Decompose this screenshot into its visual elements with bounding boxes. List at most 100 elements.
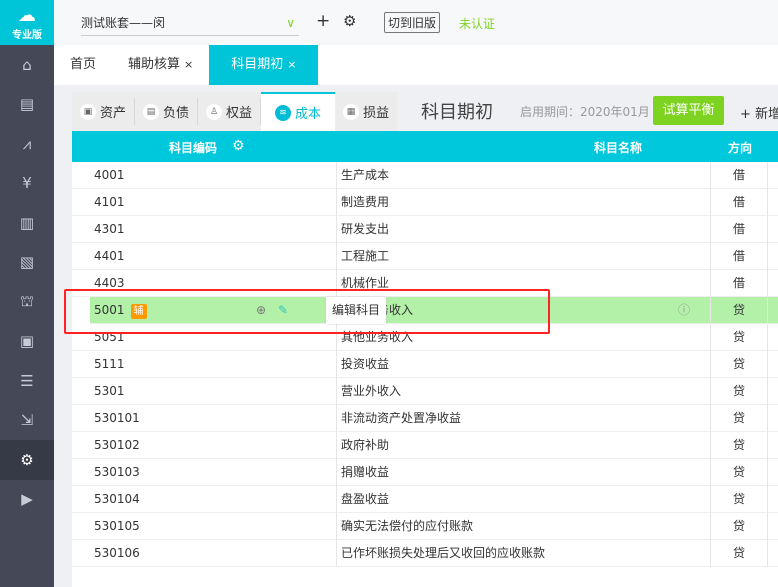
settings-icon[interactable]: ⚙: [0, 440, 54, 480]
direction: 贷: [710, 459, 768, 486]
direction: 借: [710, 189, 768, 216]
subtab-profit-loss[interactable]: ▦ 损益: [335, 98, 397, 125]
account-name: 已作坏账损失处理后又收回的应收账款: [336, 540, 719, 567]
tab-label: 科目期初: [231, 57, 284, 72]
document-icon: ▤: [143, 103, 160, 120]
cloud-icon: ☁: [18, 5, 36, 26]
table-row[interactable]: 530102 政府补助贷: [72, 432, 778, 459]
account-code: 530106: [94, 546, 140, 560]
col-name: 科目名称: [594, 141, 643, 155]
table-row[interactable]: 530106 已作坏账损失处理后又收回的应收账款贷: [72, 540, 778, 567]
stamp-icon: ♙: [206, 103, 223, 120]
close-icon[interactable]: ×: [184, 58, 193, 71]
account-code: 4301: [94, 222, 125, 236]
subtab-cost[interactable]: ≋ 成本: [261, 92, 336, 131]
money-icon[interactable]: ¥: [0, 164, 54, 204]
sidebar: ☁ 专业版 ⌂ ▤ ⩘ ¥ ▥ ▧ ⛫ ▣ ☰ ⇲ ⚙ ▶: [0, 0, 54, 587]
add-button[interactable]: + 新增: [740, 103, 778, 122]
direction: 贷: [710, 405, 768, 432]
category-tabs: ▣ 资产 ▤ 负债 ♙ 权益 ≋ 成本 ▦ 损益: [72, 92, 398, 131]
account-code: 530103: [94, 465, 140, 479]
ledger-icon[interactable]: ▥: [0, 203, 54, 243]
account-code: 4101: [94, 195, 125, 209]
table-row[interactable]: 4301 研发支出借: [72, 216, 778, 243]
export-icon[interactable]: ⇲: [0, 401, 54, 441]
subtab-liabilities[interactable]: ▤ 负债: [135, 98, 199, 125]
direction: 贷: [710, 297, 768, 324]
table-row[interactable]: 5301 营业外收入贷: [72, 378, 778, 405]
table-row[interactable]: 4401 工程施工借: [72, 243, 778, 270]
account-name: 测试账套——闵: [81, 16, 166, 30]
direction: 贷: [710, 432, 768, 459]
direction: 借: [710, 162, 768, 189]
chart-icon[interactable]: ▧: [0, 243, 54, 283]
tab-aux[interactable]: 辅助核算 ×: [112, 45, 209, 85]
account-code: 5301: [94, 384, 125, 398]
account-code: 530101: [94, 411, 140, 425]
safe-icon: ▣: [80, 103, 96, 120]
account-name: 政府补助: [336, 432, 719, 459]
direction: 贷: [710, 324, 768, 351]
account-name: 生产成本: [336, 162, 719, 189]
subtab-label: 成本: [295, 107, 322, 122]
table-row[interactable]: 5111 投资收益贷: [72, 351, 778, 378]
table-row[interactable]: 530103 捐赠收益贷: [72, 459, 778, 486]
account-name: 盘盈收益: [336, 486, 719, 513]
tab-bar: 首页 辅助核算 × 科目期初 ×: [54, 45, 778, 85]
invoice-icon[interactable]: ▣: [0, 322, 54, 362]
direction: 贷: [710, 486, 768, 513]
tab-label: 辅助核算: [128, 57, 181, 72]
coins-icon[interactable]: ☰: [0, 361, 54, 401]
table-row[interactable]: 530105 确实无法偿付的应付账款贷: [72, 513, 778, 540]
home-icon[interactable]: ⌂: [0, 45, 54, 85]
account-code: 530104: [94, 492, 140, 506]
table-row[interactable]: 530104 盘盈收益贷: [72, 486, 778, 513]
page-title: 科目期初: [421, 102, 493, 123]
gear-icon[interactable]: ⚙: [343, 12, 356, 30]
chevron-down-icon: ∨: [286, 16, 295, 30]
subtab-label: 损益: [363, 106, 390, 121]
layers-icon: ≋: [275, 104, 292, 121]
period-label: 启用期间：2020年01月: [520, 105, 650, 119]
direction: 贷: [710, 513, 768, 540]
account-code: 530105: [94, 519, 140, 533]
highlight-box: [64, 289, 550, 334]
video-icon[interactable]: ▶: [0, 480, 54, 520]
add-account-icon[interactable]: +: [316, 11, 330, 31]
report-icon[interactable]: ⩘: [0, 124, 54, 164]
tab-home[interactable]: 首页: [54, 45, 112, 85]
calculator-icon: ▦: [343, 103, 360, 120]
account-name: 确实无法偿付的应付账款: [336, 513, 719, 540]
close-icon[interactable]: ×: [287, 58, 296, 71]
account-code: 4401: [94, 249, 125, 263]
table-body: 4001 生产成本借 4101 制造费用借 4301 研发支出借 4401 工程施工借 4403…: [72, 162, 778, 587]
direction: 借: [710, 216, 768, 243]
auth-status[interactable]: 未认证: [459, 15, 495, 32]
account-code: 5111: [94, 357, 125, 371]
direction: 借: [710, 243, 768, 270]
voucher-icon[interactable]: ▤: [0, 85, 54, 125]
table-header: 科目编码 ⚙ 科目名称 方向: [72, 131, 778, 162]
account-name: 制造费用: [336, 189, 719, 216]
direction: 贷: [710, 378, 768, 405]
account-code: 530102: [94, 438, 140, 452]
account-name: 非流动资产处置净收益: [336, 405, 719, 432]
subtab-label: 权益: [226, 106, 253, 121]
logo-text: 专业版: [12, 30, 42, 41]
table-row[interactable]: 4101 制造费用借: [72, 189, 778, 216]
direction: 贷: [710, 540, 768, 567]
subtab-equity[interactable]: ♙ 权益: [198, 98, 262, 125]
account-select[interactable]: 测试账套——闵 ∨: [81, 12, 299, 36]
tab-opening[interactable]: 科目期初 ×: [209, 45, 319, 85]
direction: 贷: [710, 351, 768, 378]
table-row[interactable]: 530101 非流动资产处置净收益贷: [72, 405, 778, 432]
shop-icon[interactable]: ⛫: [0, 282, 54, 322]
subtab-label: 负债: [163, 106, 190, 121]
gear-icon[interactable]: ⚙: [232, 138, 245, 154]
switch-old-button[interactable]: 切到旧版: [384, 12, 441, 33]
subtab-assets[interactable]: ▣ 资产: [72, 98, 136, 125]
trial-balance-button[interactable]: 试算平衡: [653, 96, 724, 125]
account-name: 投资收益: [336, 351, 719, 378]
direction: 借: [710, 270, 768, 297]
table-row[interactable]: 4001 生产成本借: [72, 162, 778, 189]
